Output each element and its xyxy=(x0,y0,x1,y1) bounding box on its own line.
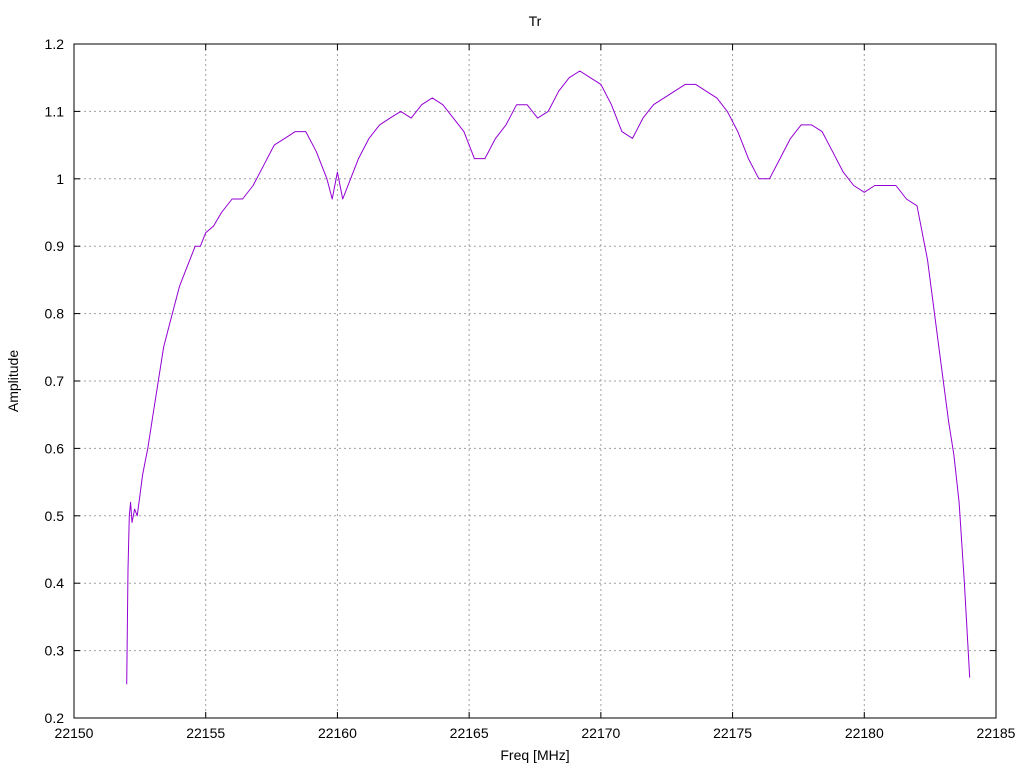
x-tick-label: 22165 xyxy=(450,725,489,741)
chart-title: Tr xyxy=(529,13,542,29)
chart: 22150 22155 22160 22165 22170 22175 22180 22185… xyxy=(0,0,1024,768)
y-tick-label: 0.6 xyxy=(45,440,65,456)
y-tick-label: 1 xyxy=(56,171,64,187)
x-axis-title: Freq [MHz] xyxy=(500,747,569,763)
chart-background xyxy=(0,0,1024,768)
y-tick-label: 0.7 xyxy=(45,373,65,389)
x-tick-label: 22175 xyxy=(713,725,752,741)
y-tick-label: 0.5 xyxy=(45,508,65,524)
x-tick-label: 22150 xyxy=(55,725,94,741)
x-tick-label: 22185 xyxy=(977,725,1016,741)
x-tick-label: 22160 xyxy=(318,725,357,741)
x-tick-label: 22170 xyxy=(581,725,620,741)
y-tick-label: 0.4 xyxy=(45,575,65,591)
y-tick-label: 1.2 xyxy=(45,36,65,52)
y-tick-label: 0.3 xyxy=(45,643,65,659)
y-axis-title: Amplitude xyxy=(5,350,21,412)
x-tick-label: 22180 xyxy=(845,725,884,741)
y-tick-label: 0.2 xyxy=(45,710,65,726)
y-tick-label: 1.1 xyxy=(45,103,65,119)
x-tick-label: 22155 xyxy=(186,725,225,741)
y-tick-label: 0.9 xyxy=(45,238,65,254)
y-tick-label: 0.8 xyxy=(45,306,65,322)
